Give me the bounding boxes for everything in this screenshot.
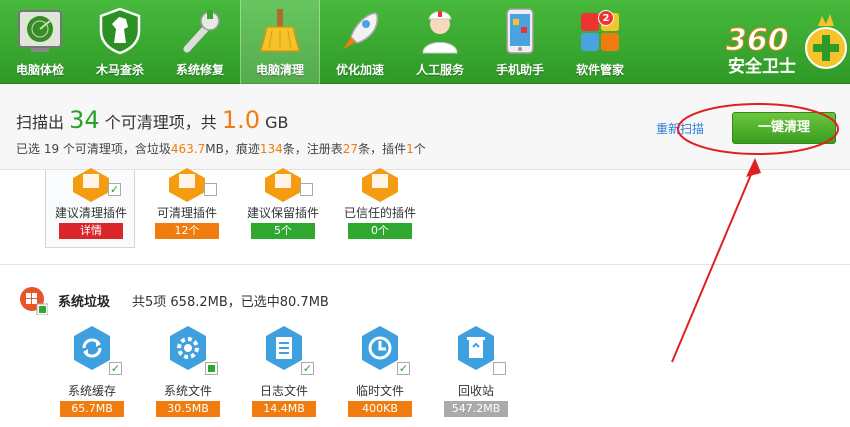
- junk-tile-temp-files[interactable]: ✓ 临时文件 400KB: [335, 326, 425, 421]
- plugin-label: 已信任的插件: [343, 206, 416, 220]
- broom-icon: [260, 9, 300, 52]
- document-icon: [266, 326, 302, 370]
- rescan-link[interactable]: 重新扫描: [656, 120, 704, 137]
- plugin-tag[interactable]: 详情: [59, 223, 123, 239]
- registry-unit: 条，插件: [358, 142, 407, 156]
- junk-label: 日志文件: [259, 384, 308, 398]
- plugins-count: 1: [406, 142, 414, 156]
- plugin-tile-recommend-clean[interactable]: ✓ 建议清理插件 详情: [45, 168, 135, 248]
- rocket-icon: [343, 12, 378, 49]
- plugin-tile-trusted[interactable]: 已信任的插件 0个: [335, 168, 425, 248]
- nav-label: 人工服务: [415, 63, 464, 77]
- nav-trojan-scan[interactable]: 木马查杀: [80, 0, 160, 84]
- traces-count: 134: [259, 142, 283, 156]
- nav-system-repair[interactable]: 系统修复: [160, 0, 240, 84]
- top-navigation-bar: 电脑体检 木马查杀 系统修复 电脑清理 优化加速 人工服务 手机助手 软件管家 …: [0, 0, 850, 84]
- windows-junk-icon: [20, 287, 48, 315]
- junk-tile-system-cache[interactable]: ✓ 系统缓存 65.7MB: [47, 326, 137, 421]
- scan-summary-detail: 已选 19 个可清理项，含垃圾463.7MB，痕迹134条，注册表27条，插件1…: [16, 140, 426, 157]
- junk-size-tag[interactable]: 65.7MB: [60, 401, 124, 417]
- junk-size: 463.7: [170, 142, 206, 156]
- plugin-tag[interactable]: 12个: [155, 223, 219, 239]
- nav-phone-assistant[interactable]: 手机助手: [480, 0, 560, 84]
- junk-size-tag[interactable]: 547.2MB: [444, 401, 508, 417]
- junk-tile-log-files[interactable]: ✓ 日志文件 14.4MB: [239, 326, 329, 421]
- nav-label: 木马查杀: [95, 63, 144, 77]
- checkbox-checked[interactable]: ✓: [108, 183, 121, 196]
- junk-tile-system-files[interactable]: 系统文件 30.5MB: [143, 326, 233, 421]
- junk-tile-recycle-bin[interactable]: 回收站 547.2MB: [431, 326, 521, 421]
- checkbox-checked[interactable]: ✓: [109, 362, 122, 375]
- recycle-bin-icon: [458, 326, 494, 370]
- checkbox-unchecked[interactable]: [493, 362, 506, 375]
- phone-icon: [506, 8, 534, 54]
- nav-label: 手机助手: [495, 63, 544, 77]
- nav-human-service[interactable]: 人工服务: [400, 0, 480, 84]
- scan-summary-headline: 扫描出 34 个可清理项，共 1.0 GB: [16, 106, 289, 134]
- section-info: 共5项 658.2MB，已选中80.7MB: [132, 295, 329, 310]
- checkbox-unchecked[interactable]: [204, 183, 217, 196]
- checkbox-partial[interactable]: [205, 362, 218, 375]
- nav-label: 软件管家: [575, 63, 624, 77]
- item-count: 34: [69, 106, 100, 134]
- nav-pc-checkup[interactable]: 电脑体检: [0, 0, 80, 84]
- wrench-icon: [183, 10, 220, 53]
- total-size: 1.0: [221, 106, 261, 134]
- horse-shield-icon: [99, 7, 141, 55]
- nav-label: 电脑体检: [15, 63, 64, 77]
- gear-icon: [170, 326, 206, 370]
- clock-icon: [362, 326, 398, 370]
- section-divider: [0, 264, 850, 265]
- nav-pc-cleanup[interactable]: 电脑清理: [240, 0, 320, 84]
- summary-prefix: 扫描出: [16, 113, 65, 132]
- nav-label: 系统修复: [175, 63, 224, 77]
- scan-summary-panel: 扫描出 34 个可清理项，共 1.0 GB 已选 19 个可清理项，含垃圾463…: [0, 84, 850, 170]
- plugins-unit: 个: [413, 142, 426, 156]
- checkbox-checked[interactable]: ✓: [397, 362, 410, 375]
- checkbox-checked[interactable]: ✓: [301, 362, 314, 375]
- section-title: 系统垃圾: [58, 295, 111, 310]
- radar-screen-icon: [18, 10, 62, 52]
- svg-text:安全卫士: 安全卫士: [728, 56, 796, 77]
- detail-prefix: 已选 19 个可清理项，含垃圾: [16, 142, 171, 156]
- plugin-label: 建议清理插件: [54, 206, 127, 220]
- nav-optimize[interactable]: 优化加速: [320, 0, 400, 84]
- notification-badge: 2: [598, 10, 614, 26]
- junk-unit: MB，痕迹: [205, 142, 260, 156]
- plugin-label: 建议保留插件: [246, 206, 319, 220]
- junk-size-tag[interactable]: 30.5MB: [156, 401, 220, 417]
- checkbox-unchecked[interactable]: [300, 183, 313, 196]
- refresh-icon: [74, 326, 110, 370]
- total-size-unit: GB: [265, 113, 289, 132]
- one-click-clean-button[interactable]: 一键清理: [732, 112, 836, 144]
- traces-unit: 条，注册表: [282, 142, 343, 156]
- plugin-tile-cleanable[interactable]: 可清理插件 12个: [142, 168, 232, 248]
- junk-size-tag[interactable]: 14.4MB: [252, 401, 316, 417]
- plugin-tag[interactable]: 5个: [251, 223, 315, 239]
- svg-text:360: 360: [726, 23, 789, 58]
- junk-label: 系统缓存: [67, 384, 116, 398]
- junk-label: 系统文件: [163, 384, 212, 398]
- registry-count: 27: [342, 142, 359, 156]
- junk-label: 回收站: [457, 384, 494, 398]
- junk-size-tag[interactable]: 400KB: [348, 401, 412, 417]
- plugin-tile-recommend-keep[interactable]: 建议保留插件 5个: [238, 168, 328, 248]
- plugin-tag[interactable]: 0个: [348, 223, 412, 239]
- doctor-icon: [422, 11, 458, 54]
- 360-logo: 360 安全卫士: [725, 14, 847, 77]
- junk-label: 临时文件: [355, 384, 404, 398]
- summary-mid: 个可清理项，共: [104, 113, 217, 132]
- nav-label: 优化加速: [335, 63, 384, 77]
- plugin-label: 可清理插件: [156, 206, 217, 220]
- nav-label: 电脑清理: [255, 63, 304, 77]
